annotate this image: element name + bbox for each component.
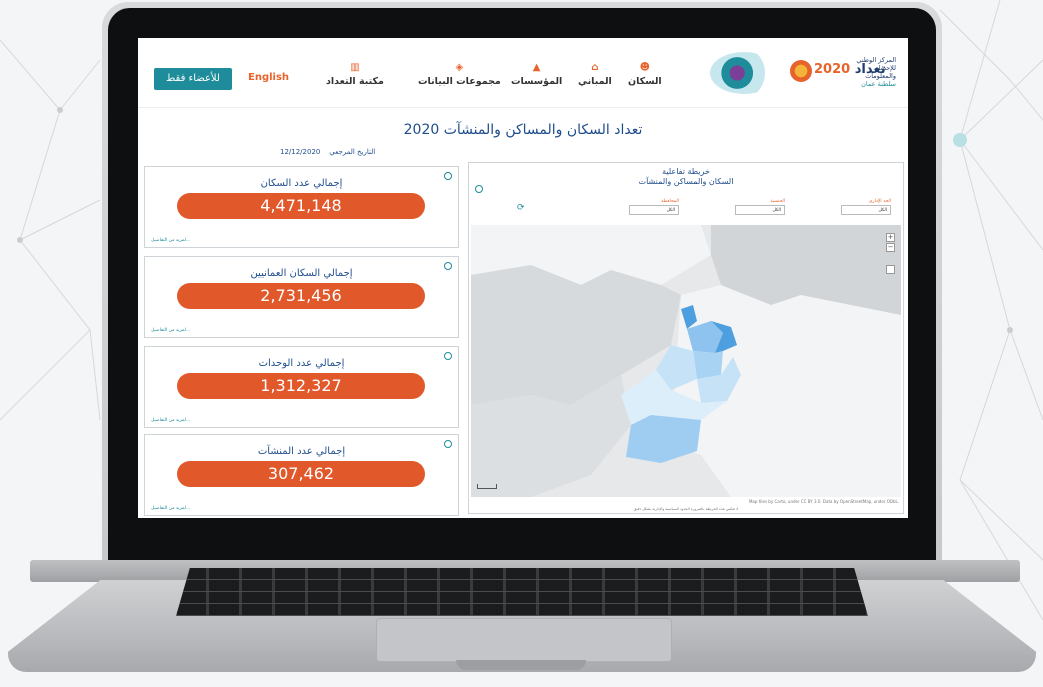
filter-governorate[interactable]: المحافظة الكل — [629, 199, 679, 215]
layers-icon[interactable] — [886, 265, 895, 274]
nav-label: مكتبة التعداد — [326, 76, 384, 87]
keyboard-rows — [176, 568, 868, 616]
vision-logo — [710, 52, 778, 94]
nationality-select[interactable]: الكل — [735, 205, 785, 215]
stat-title: إجمالي عدد السكان — [260, 178, 343, 189]
zoom-controls: + − — [886, 233, 895, 253]
stat-title: إجمالي عدد الوحدات — [258, 358, 345, 369]
map-scale-bar — [477, 484, 497, 489]
stat-card-total-establishments: إجمالي عدد المنشآت 307,462 لمزيد من التف… — [144, 434, 459, 516]
laptop-trackpad — [376, 618, 672, 662]
stat-title: إجمالي السكان العمانيين — [250, 268, 353, 279]
laptop-front-notch — [456, 660, 586, 670]
nav-label: المباني — [578, 76, 612, 87]
map-attribution: Map tiles by Carto, under CC BY 3.0. Dat… — [748, 499, 899, 504]
nav-label: المؤسسات — [511, 76, 563, 87]
stat-card-total-population: إجمالي عدد السكان 4,471,148 لمزيد من الت… — [144, 166, 459, 248]
nav-item-library[interactable]: ▥ مكتبة التعداد — [326, 62, 384, 87]
more-details-link[interactable]: لمزيد من التفاصيل... — [151, 506, 190, 511]
oman-choropleth-map[interactable]: + − — [471, 225, 901, 497]
stat-value: 4,471,148 — [177, 193, 425, 219]
nav-item-datasets[interactable]: ◈ مجموعات البيانات — [418, 62, 501, 87]
page-title: تعداد السكان والمساكن والمنشآت 2020 — [403, 122, 643, 138]
map-footnote: لا تعكس هذه الخريطة بالضرورة الحدود السي… — [633, 507, 739, 511]
dataset-icon: ◈ — [455, 62, 464, 73]
zoom-in-button[interactable]: + — [886, 233, 895, 242]
nav-item-population[interactable]: ☻ السكان — [628, 62, 662, 87]
institution-icon: ▲ — [532, 62, 541, 73]
reference-date: 12/12/2020 التاريخ المرجعي — [280, 148, 375, 156]
info-icon[interactable] — [475, 185, 483, 193]
stat-card-omani-population: إجمالي السكان العمانيين 2,731,456 لمزيد … — [144, 256, 459, 338]
nav-item-institutions[interactable]: ▲ المؤسسات — [511, 62, 562, 87]
people-icon: ☻ — [639, 62, 651, 73]
nav-item-buildings[interactable]: ⌂ المباني — [578, 62, 612, 87]
site-header: للأعضاء فقط English ▥ مكتبة التعداد ◈ مج… — [138, 38, 908, 108]
stat-value: 2,731,456 — [177, 283, 425, 309]
governorate-select[interactable]: الكل — [629, 205, 679, 215]
refresh-icon[interactable]: ⟳ — [517, 203, 525, 213]
admin-boundary-select[interactable]: الكل — [841, 205, 891, 215]
interactive-map-panel: خريطة تفاعلية السكان والمساكن والمنشآت ⟳… — [468, 162, 904, 514]
stat-card-total-units: إجمالي عدد الوحدات 1,312,327 لمزيد من ال… — [144, 346, 459, 428]
building-icon: ⌂ — [591, 62, 599, 73]
stat-value: 1,312,327 — [177, 373, 425, 399]
ncsi-logo: المركز الوطني للإحصاء والمعلومات سلطنة ع… — [856, 56, 896, 88]
more-details-link[interactable]: لمزيد من التفاصيل... — [151, 328, 190, 333]
map-title: خريطة تفاعلية السكان والمساكن والمنشآت — [638, 167, 734, 186]
map-canvas — [471, 225, 901, 497]
nav-label: السكان — [628, 76, 662, 87]
zoom-out-button[interactable]: − — [886, 243, 895, 252]
reference-date-label: التاريخ المرجعي — [329, 148, 376, 156]
members-only-button[interactable]: للأعضاء فقط — [154, 68, 232, 90]
filter-nationality[interactable]: الجنسية الكل — [735, 199, 785, 215]
filter-admin-boundary[interactable]: الحد الإداري الكل — [841, 199, 891, 215]
census-badge-logo — [790, 60, 812, 82]
stat-title: إجمالي عدد المنشآت — [257, 446, 346, 457]
nav-label: مجموعات البيانات — [418, 76, 501, 87]
stat-value: 307,462 — [177, 461, 425, 487]
more-details-link[interactable]: لمزيد من التفاصيل... — [151, 238, 190, 243]
library-icon: ▥ — [350, 62, 360, 73]
english-language-link[interactable]: English — [248, 72, 289, 83]
laptop-screen: للأعضاء فقط English ▥ مكتبة التعداد ◈ مج… — [138, 38, 908, 518]
more-details-link[interactable]: لمزيد من التفاصيل... — [151, 418, 190, 423]
reference-date-value: 12/12/2020 — [280, 148, 321, 156]
